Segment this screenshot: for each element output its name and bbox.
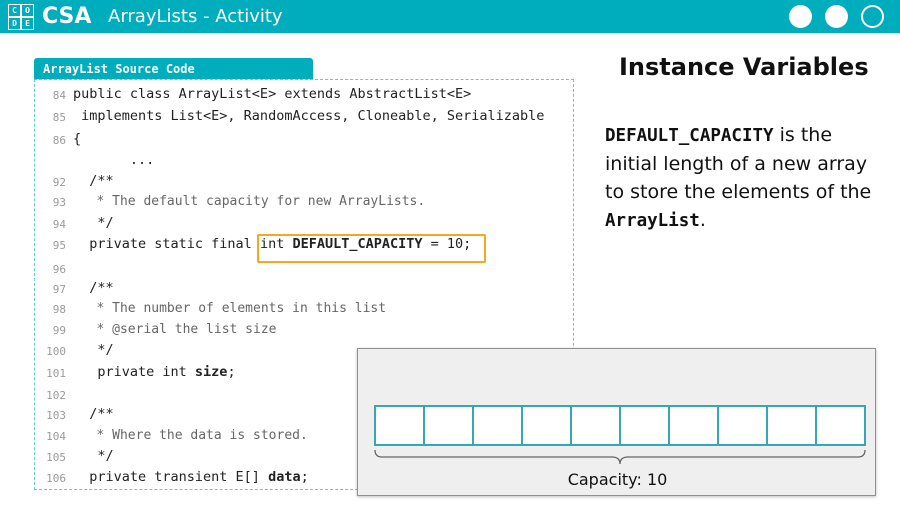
logo-letter: D bbox=[8, 17, 21, 30]
code-segment: { bbox=[73, 131, 82, 147]
code-text: { bbox=[73, 131, 81, 147]
line-number: 84 bbox=[52, 89, 66, 102]
logo-letter: E bbox=[21, 17, 34, 30]
line-number: 98 bbox=[52, 303, 66, 316]
array-cell bbox=[670, 407, 719, 444]
code-text: * The number of elements in this list bbox=[73, 300, 386, 316]
array-cell bbox=[425, 407, 474, 444]
code-segment: /** bbox=[73, 280, 114, 296]
code-segment: public class ArrayList<E> extends Abstra… bbox=[73, 86, 472, 102]
line-number: 92 bbox=[52, 176, 66, 189]
code-text: ... bbox=[73, 152, 154, 168]
array-cell bbox=[719, 407, 768, 444]
top-bar: C O D E CSA ArrayLists - Activity bbox=[0, 0, 900, 33]
line-number: 100 bbox=[46, 345, 66, 358]
line-number: 101 bbox=[46, 367, 66, 380]
code-segment: private transient E[] bbox=[73, 469, 269, 485]
line-number: 86 bbox=[52, 134, 66, 147]
code-segment: */ bbox=[73, 448, 114, 464]
line-number: 102 bbox=[46, 389, 66, 402]
code-segment: */ bbox=[73, 342, 114, 358]
code-logo: C O D E bbox=[8, 4, 34, 30]
array-cell bbox=[474, 407, 523, 444]
code-text: private transient E[] data; bbox=[73, 469, 309, 485]
section-title: Instance Variables bbox=[619, 53, 869, 81]
code-text: */ bbox=[73, 448, 114, 464]
array-cells bbox=[374, 405, 866, 446]
line-number: 85 bbox=[52, 111, 66, 124]
array-cell bbox=[523, 407, 572, 444]
code-segment: * The default capacity for new ArrayList… bbox=[73, 194, 426, 209]
capacity-label: Capacity: 10 bbox=[567, 470, 668, 489]
array-cell bbox=[768, 407, 817, 444]
code-segment: ; bbox=[227, 364, 236, 380]
line-number: 105 bbox=[46, 451, 66, 464]
description-end: . bbox=[699, 209, 706, 231]
code-text: * @serial the list size bbox=[73, 321, 277, 337]
code-segment: * The number of elements in this list bbox=[73, 301, 387, 316]
array-cell bbox=[817, 407, 864, 444]
page-title: ArrayLists - Activity bbox=[108, 6, 283, 27]
code-segment: /** bbox=[73, 173, 114, 189]
code-text: public class ArrayList<E> extends Abstra… bbox=[73, 86, 471, 102]
term-default-capacity: DEFAULT_CAPACITY bbox=[605, 126, 774, 146]
code-segment: * Where the data is stored. bbox=[73, 428, 308, 443]
code-text: /** bbox=[73, 173, 114, 189]
code-segment: */ bbox=[73, 215, 114, 231]
code-segment: data bbox=[268, 469, 301, 485]
array-diagram: Capacity: 10 bbox=[357, 348, 876, 496]
array-cell bbox=[376, 407, 425, 444]
code-segment: * @serial the list size bbox=[73, 322, 277, 337]
line-number: 93 bbox=[52, 196, 66, 209]
line-number: 94 bbox=[52, 218, 66, 231]
code-text: /** bbox=[73, 280, 114, 296]
code-segment: implements List<E>, RandomAccess, Clonea… bbox=[73, 108, 545, 124]
default-capacity-highlight bbox=[257, 234, 486, 263]
line-number: 99 bbox=[52, 324, 66, 337]
code-panel-tab: ArrayList Source Code bbox=[34, 58, 313, 79]
line-number: 95 bbox=[52, 239, 66, 252]
code-segment: ; bbox=[300, 469, 309, 485]
line-number: 103 bbox=[46, 409, 66, 422]
code-segment: private static final bbox=[73, 236, 260, 252]
code-text: * Where the data is stored. bbox=[73, 427, 308, 443]
line-number: 96 bbox=[52, 263, 66, 276]
logo-letter: O bbox=[21, 4, 34, 17]
code-segment: /** bbox=[73, 406, 114, 422]
progress-dot-1[interactable] bbox=[789, 5, 812, 28]
capacity-brace bbox=[374, 449, 866, 465]
line-number: 106 bbox=[46, 472, 66, 485]
code-text: /** bbox=[73, 406, 114, 422]
array-cell bbox=[621, 407, 670, 444]
code-segment: size bbox=[194, 364, 228, 380]
logo-letter: C bbox=[8, 4, 21, 17]
array-cell bbox=[572, 407, 621, 444]
progress-dot-2[interactable] bbox=[825, 5, 848, 28]
code-segment: ... bbox=[73, 152, 155, 168]
code-text: private int size; bbox=[73, 364, 236, 380]
course-name: CSA bbox=[42, 4, 92, 29]
term-arraylist: ArrayList bbox=[605, 211, 700, 231]
line-number: 104 bbox=[46, 430, 66, 443]
code-text: implements List<E>, RandomAccess, Clonea… bbox=[73, 108, 544, 124]
code-segment: private int bbox=[73, 364, 195, 380]
description: DEFAULT_CAPACITY is the initial length o… bbox=[605, 121, 890, 235]
code-text: */ bbox=[73, 342, 114, 358]
line-number: 97 bbox=[52, 283, 66, 296]
progress-dot-3[interactable] bbox=[861, 5, 884, 28]
code-text: * The default capacity for new ArrayList… bbox=[73, 193, 425, 209]
code-text: */ bbox=[73, 215, 114, 231]
